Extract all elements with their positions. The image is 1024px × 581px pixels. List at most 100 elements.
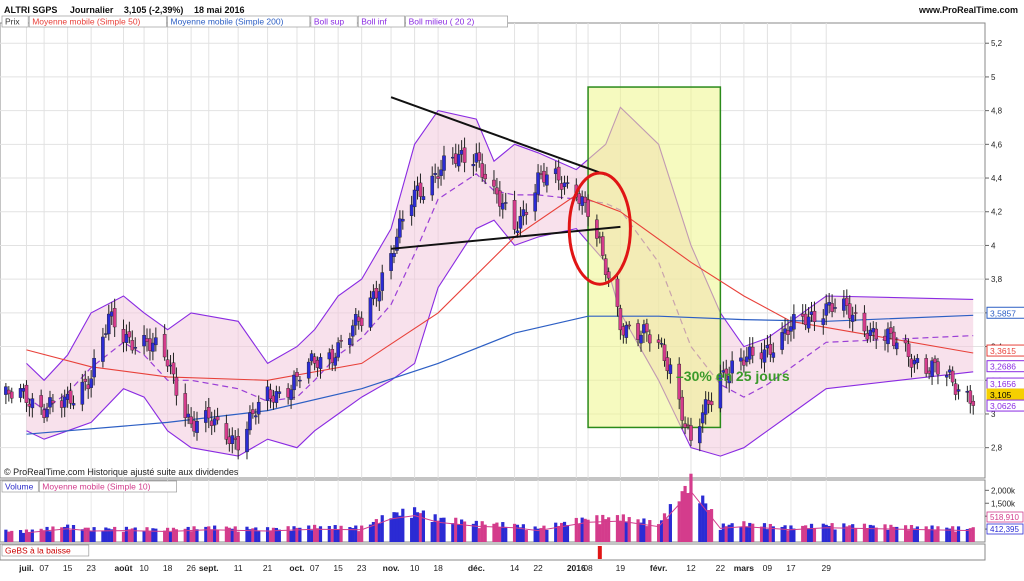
volume-value-label: 412,395: [990, 525, 1019, 534]
volume-bar: [380, 515, 384, 542]
candle-body: [9, 391, 14, 399]
volume-bar: [724, 526, 728, 542]
volume-bar: [806, 528, 811, 542]
candle-body: [586, 199, 590, 217]
price-label: 3,3615: [990, 346, 1016, 356]
candle-body: [401, 218, 405, 222]
chart-header: ALTRI SGPS Journalier 3,105 (-2,39%) 18 …: [4, 5, 245, 15]
indicator-panel[interactable]: [0, 543, 986, 561]
volume-bar: [357, 531, 361, 542]
legend-item[interactable]: Moyenne mobile (Simple 50): [32, 17, 140, 27]
x-tick-label: 09: [763, 563, 773, 573]
volume-bar: [4, 529, 8, 542]
volume-bar: [595, 515, 599, 542]
volume-bar: [557, 525, 561, 542]
period-label: Journalier: [70, 5, 114, 15]
legend-item[interactable]: Moyenne mobile (Simple 200): [171, 17, 284, 27]
candle-body: [86, 384, 91, 390]
candle-body: [339, 340, 343, 342]
price-label: 3,1656: [990, 379, 1016, 389]
candle-body: [312, 356, 317, 364]
candle-body: [627, 324, 632, 327]
candle-body: [830, 303, 834, 312]
y-tick-label: 5,2: [991, 39, 1003, 48]
x-tick-label: oct.: [289, 563, 304, 573]
candle-body: [245, 428, 249, 453]
volume-bar: [783, 525, 787, 542]
volume-bar: [804, 525, 808, 542]
candle-body: [927, 370, 931, 374]
y-tick-label: 4: [991, 241, 996, 250]
volume-bar: [392, 512, 396, 542]
volume-bar: [480, 521, 484, 542]
volume-bar: [113, 526, 117, 542]
volume-bar: [801, 525, 805, 542]
candle-body: [648, 334, 652, 344]
candle-body: [130, 340, 135, 351]
legend-item[interactable]: Boll sup: [314, 17, 345, 27]
candle-body: [742, 359, 746, 366]
candle-body: [104, 333, 108, 335]
candle-body: [524, 212, 529, 215]
candle-body: [615, 278, 620, 307]
volume-bar: [189, 531, 193, 542]
y-tick-label: 3,8: [991, 275, 1003, 284]
site-label[interactable]: www.ProRealTime.com: [918, 5, 1018, 15]
candle-body: [909, 358, 914, 368]
volume-bar: [477, 528, 481, 542]
candle-body: [580, 196, 584, 206]
volume-bar: [601, 514, 605, 542]
candle-body: [289, 389, 293, 400]
candle-body: [883, 335, 887, 341]
legend-item[interactable]: GeBS à la baisse: [5, 546, 71, 556]
candle-body: [183, 393, 188, 418]
volume-bar: [186, 526, 190, 542]
x-tick-label: 15: [63, 563, 73, 573]
volume-bar: [768, 523, 772, 542]
candle-body: [697, 426, 702, 444]
candle-body: [492, 179, 496, 187]
candle-body: [936, 361, 940, 375]
legend-item[interactable]: Boll inf: [361, 17, 387, 27]
legend-item[interactable]: Boll milieu ( 20 2): [409, 17, 475, 27]
volume-bar: [151, 528, 155, 542]
volume-bar: [354, 525, 358, 542]
volume-bar: [430, 521, 434, 542]
candle-body: [186, 413, 190, 418]
candle-body: [515, 230, 520, 234]
candle-body: [142, 335, 146, 347]
volume-bar: [874, 527, 878, 542]
candle-body: [903, 339, 908, 344]
candle-body: [539, 173, 543, 175]
volume-bar: [624, 521, 628, 542]
price-panel[interactable]: [0, 22, 986, 479]
candle-body: [474, 153, 479, 163]
volume-bar: [142, 531, 146, 542]
candle-body: [430, 175, 435, 196]
candle-body: [968, 390, 973, 404]
volume-bar: [433, 514, 437, 542]
volume-bar: [906, 530, 911, 542]
legend-item[interactable]: Volume: [5, 482, 34, 492]
candle-body: [151, 342, 155, 352]
volume-bar: [18, 530, 23, 542]
candle-body: [168, 364, 173, 367]
legend-item[interactable]: Prix: [5, 17, 20, 27]
candle-body: [533, 192, 537, 212]
x-tick-label: 18: [163, 563, 173, 573]
candle-body: [965, 391, 970, 393]
candle-body: [600, 236, 605, 256]
volume-value-label: 518,910: [990, 513, 1019, 522]
volume-bar: [533, 526, 537, 542]
candle-body: [624, 324, 629, 338]
candle-body: [251, 409, 255, 414]
candle-body: [512, 200, 517, 230]
copyright-label: © ProRealTime.com Historique ajusté suit…: [4, 467, 239, 477]
candle-body: [950, 370, 955, 383]
candle-body: [886, 328, 890, 345]
legend-item[interactable]: Moyenne mobile (Simple 10): [42, 482, 150, 492]
candle-body: [689, 425, 693, 441]
volume-bar: [451, 523, 455, 542]
candle-body: [759, 352, 764, 360]
candle-body: [924, 358, 928, 374]
